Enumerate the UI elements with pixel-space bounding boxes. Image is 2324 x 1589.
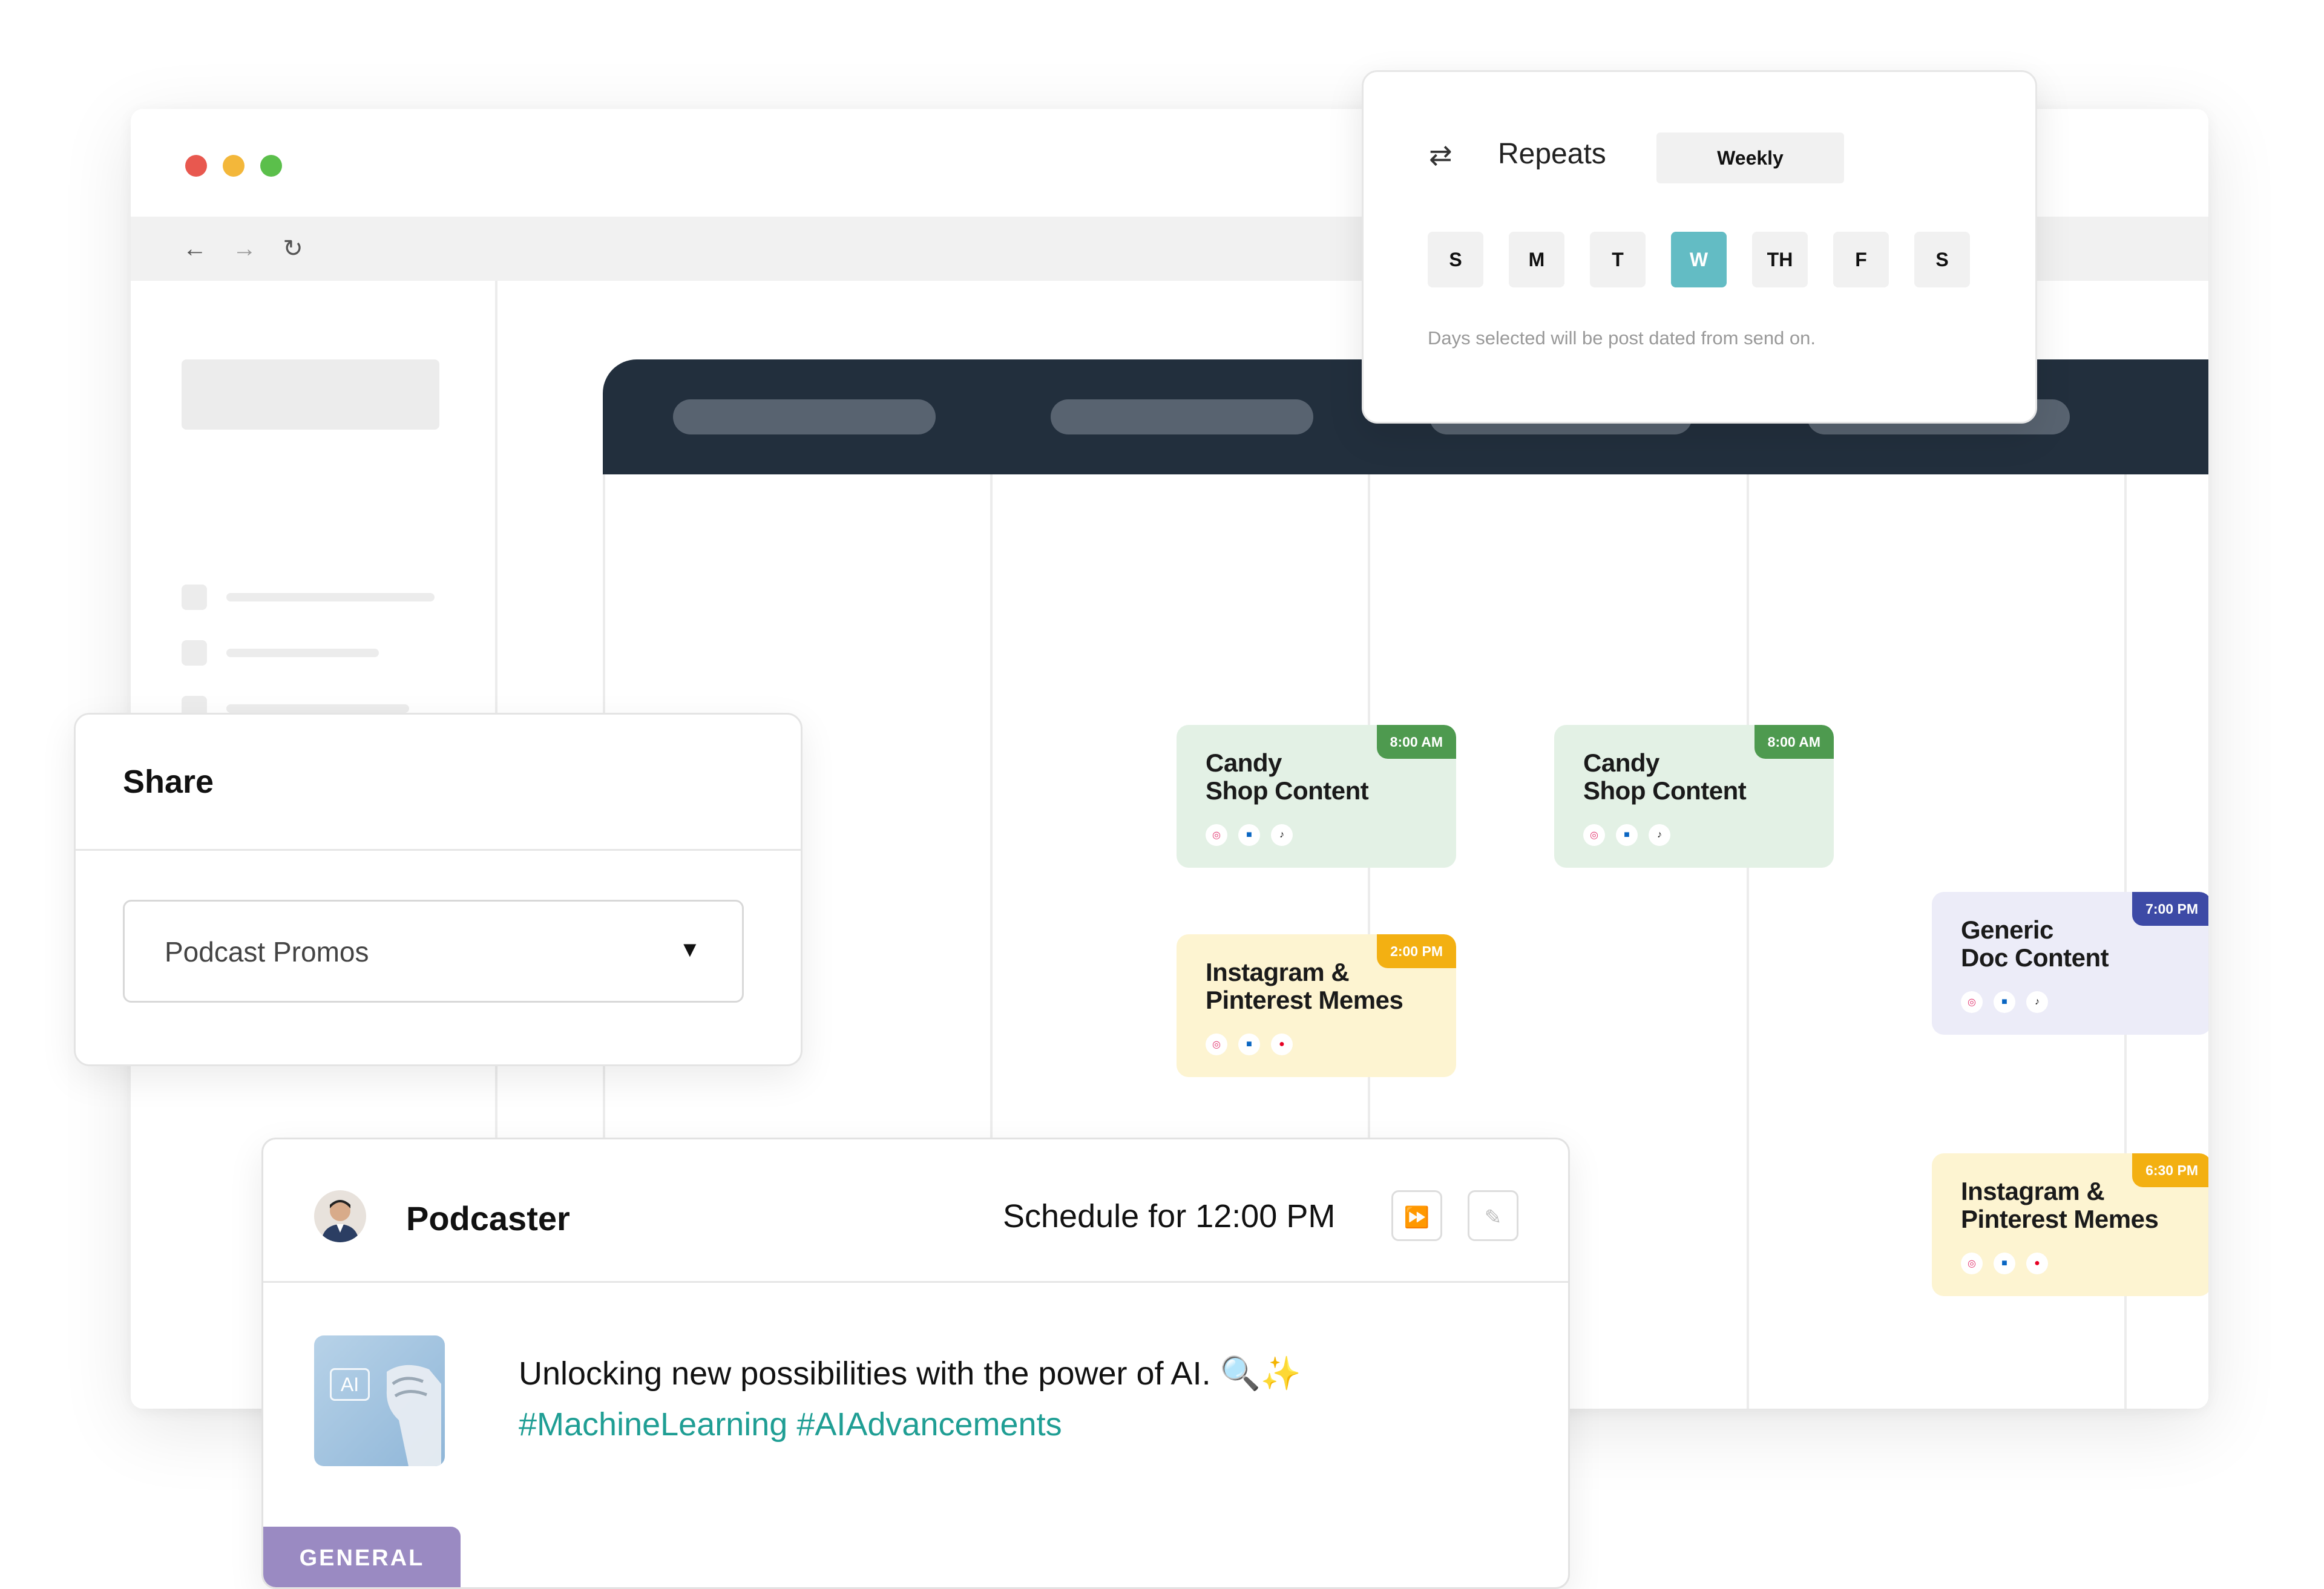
channel-dropdown[interactable]: Podcast Promos ▼ <box>123 900 744 1003</box>
platform-icons: ◎ ■ ♪ <box>1206 824 1293 846</box>
post-card: Podcaster Schedule for 12:00 PM ⏩ ✎ AI U… <box>261 1138 1570 1589</box>
sidebar-item-placeholder <box>226 593 435 601</box>
forward-arrow-icon[interactable]: → <box>226 217 263 281</box>
linkedin-icon: ■ <box>1994 991 2015 1013</box>
post-card-candy-shop[interactable]: Candy Shop Content 8:00 AM ◎ ■ ♪ <box>1177 725 1456 868</box>
author-name: Podcaster <box>406 1199 570 1237</box>
repeats-hint: Days selected will be post dated from se… <box>1428 327 1816 349</box>
time-badge: 2:00 PM <box>1377 934 1456 968</box>
divider <box>263 1281 1568 1283</box>
sidebar-item-placeholder-icon <box>182 640 207 666</box>
divider <box>76 849 801 851</box>
repeat-icon: ⇄ <box>1429 139 1452 171</box>
day-button-friday[interactable]: F <box>1833 232 1889 287</box>
dropdown-value: Podcast Promos <box>165 936 369 968</box>
time-badge: 7:00 PM <box>2132 892 2208 926</box>
tiktok-icon: ♪ <box>1649 824 1670 846</box>
card-title: Candy Shop Content <box>1206 749 1369 805</box>
post-card-generic-doc[interactable]: Generic Doc Content 7:00 PM ◎ ■ ♪ <box>1932 892 2208 1035</box>
instagram-icon: ◎ <box>1206 1034 1227 1055</box>
day-header-placeholder <box>673 399 936 434</box>
instagram-icon: ◎ <box>1961 991 1983 1013</box>
day-button-sunday[interactable]: S <box>1428 232 1483 287</box>
caret-down-icon: ▼ <box>679 937 701 962</box>
card-title: Instagram & Pinterest Memes <box>1206 958 1403 1014</box>
card-title: Generic Doc Content <box>1961 916 2109 972</box>
post-card-instagram-pinterest[interactable]: Instagram & Pinterest Memes 2:00 PM ◎ ■ … <box>1177 934 1456 1077</box>
category-tag: GENERAL <box>263 1527 461 1587</box>
linkedin-icon: ■ <box>1994 1253 2015 1274</box>
platform-icons: ◎ ■ ● <box>1961 1253 2048 1274</box>
linkedin-icon: ■ <box>1616 824 1638 846</box>
column-divider <box>1747 474 1749 1409</box>
pinterest-icon: ● <box>2026 1253 2048 1274</box>
share-title: Share <box>123 764 214 800</box>
day-button-tuesday[interactable]: T <box>1590 232 1646 287</box>
repeats-label: Repeats <box>1498 138 1606 170</box>
day-button-thursday[interactable]: TH <box>1752 232 1808 287</box>
day-button-wednesday[interactable]: W <box>1671 232 1727 287</box>
platform-icons: ◎ ■ ● <box>1206 1034 1293 1055</box>
platform-icons: ◎ ■ ♪ <box>1961 991 2048 1013</box>
frequency-select[interactable]: Weekly <box>1656 133 1844 183</box>
close-window-dot[interactable] <box>185 155 207 177</box>
repeats-popup: ⇄ Repeats Weekly S M T W TH F S Days sel… <box>1362 70 2037 424</box>
avatar <box>314 1190 366 1242</box>
sidebar-item-placeholder <box>226 649 379 657</box>
reload-icon[interactable]: ↻ <box>275 217 311 281</box>
card-title: Candy Shop Content <box>1583 749 1747 805</box>
minimize-window-dot[interactable] <box>223 155 245 177</box>
post-card-instagram-pinterest[interactable]: Instagram & Pinterest Memes 6:30 PM ◎ ■ … <box>1932 1153 2208 1296</box>
maximize-window-dot[interactable] <box>260 155 282 177</box>
post-image: AI <box>314 1335 445 1466</box>
time-badge: 8:00 AM <box>1754 725 1834 759</box>
day-button-saturday[interactable]: S <box>1914 232 1970 287</box>
instagram-icon: ◎ <box>1961 1253 1983 1274</box>
post-text: Unlocking new possibilities with the pow… <box>519 1355 1302 1392</box>
share-popup: Share Podcast Promos ▼ <box>74 713 803 1066</box>
sidebar-item-placeholder <box>226 704 409 713</box>
pinterest-icon: ● <box>1271 1034 1293 1055</box>
sidebar-item-placeholder-icon <box>182 585 207 610</box>
card-title: Instagram & Pinterest Memes <box>1961 1177 2159 1233</box>
tiktok-icon: ♪ <box>2026 991 2048 1013</box>
send-now-button[interactable]: ⏩ <box>1391 1190 1442 1241</box>
day-button-monday[interactable]: M <box>1509 232 1564 287</box>
instagram-icon: ◎ <box>1206 824 1227 846</box>
time-badge: 8:00 AM <box>1376 725 1456 759</box>
instagram-icon: ◎ <box>1583 824 1605 846</box>
post-hashtags[interactable]: #MachineLearning #AIAdvancements <box>519 1406 1062 1443</box>
edit-icon[interactable]: ✎ <box>1468 1190 1518 1241</box>
back-arrow-icon[interactable]: ← <box>177 217 213 281</box>
day-header-placeholder <box>1051 399 1313 434</box>
linkedin-icon: ■ <box>1238 824 1260 846</box>
platform-icons: ◎ ■ ♪ <box>1583 824 1670 846</box>
post-card-candy-shop[interactable]: Candy Shop Content 8:00 AM ◎ ■ ♪ <box>1554 725 1834 868</box>
tiktok-icon: ♪ <box>1271 824 1293 846</box>
schedule-label: Schedule for 12:00 PM <box>1003 1198 1336 1234</box>
sidebar-header-placeholder <box>182 359 439 430</box>
time-badge: 6:30 PM <box>2132 1153 2208 1187</box>
linkedin-icon: ■ <box>1238 1034 1260 1055</box>
